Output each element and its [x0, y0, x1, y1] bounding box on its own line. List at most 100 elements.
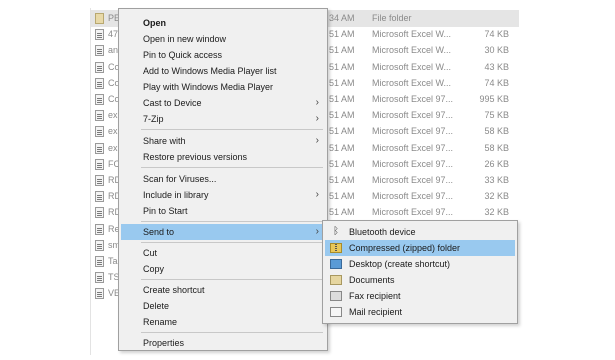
menu-item-pin-quick-access[interactable]: Pin to Quick access: [121, 47, 325, 63]
file-date-modified: 51 AM: [329, 45, 355, 56]
send-to-fax[interactable]: Fax recipient: [325, 288, 515, 304]
send-to-bluetooth[interactable]: ᛒ Bluetooth device: [325, 224, 515, 240]
chevron-right-icon: ›: [315, 189, 319, 200]
file-date-modified: 51 AM: [329, 126, 355, 137]
excel-97-file-icon: [95, 142, 104, 154]
excel-97-file-icon: [95, 288, 104, 300]
excel-97-file-icon: [95, 239, 104, 251]
menu-item-properties-label: Properties: [143, 338, 185, 348]
file-date-modified: 51 AM: [329, 158, 355, 169]
excel-97-file-icon: [95, 158, 104, 170]
context-menu: Open Open in new window Pin to Quick acc…: [118, 8, 328, 351]
excel-file-icon: [95, 77, 104, 89]
menu-item-include-library-label: Include in library: [143, 190, 209, 200]
file-size: 75 KB: [484, 110, 509, 121]
send-to-mail-label: Mail recipient: [349, 307, 403, 317]
file-type: Microsoft Excel 97...: [372, 110, 454, 121]
mail-icon: [330, 307, 342, 317]
menu-item-cut-label: Cut: [143, 248, 158, 258]
file-size: 58 KB: [484, 142, 509, 153]
fax-icon: [330, 291, 342, 301]
file-date-modified: 51 AM: [329, 175, 355, 185]
menu-item-cast-to-device-label: Cast to Device: [143, 98, 202, 108]
file-size: 58 KB: [484, 126, 509, 137]
menu-item-7zip[interactable]: 7-Zip ›: [121, 111, 325, 127]
menu-item-send-to[interactable]: Send to ›: [121, 224, 325, 240]
menu-item-share-with-label: Share with: [143, 136, 186, 146]
chevron-right-icon: ›: [315, 135, 319, 146]
file-size: 26 KB: [484, 158, 509, 169]
menu-item-restore-versions-label: Restore previous versions: [143, 152, 248, 162]
menu-item-7zip-label: 7-Zip: [143, 114, 164, 124]
menu-item-scan-viruses[interactable]: Scan for Viruses...: [121, 171, 325, 187]
file-type: Microsoft Excel 97...: [372, 142, 454, 153]
menu-separator: [141, 129, 323, 130]
file-date-modified: 51 AM: [329, 110, 355, 121]
send-to-desktop[interactable]: Desktop (create shortcut): [325, 256, 515, 272]
menu-item-play-wmp-label: Play with Windows Media Player: [143, 82, 274, 92]
file-type: File folder: [372, 13, 412, 23]
file-name: ex: [108, 126, 118, 137]
menu-item-add-wmp-list[interactable]: Add to Windows Media Player list: [121, 63, 325, 79]
menu-item-rename[interactable]: Rename: [121, 314, 325, 330]
menu-item-create-shortcut[interactable]: Create shortcut: [121, 282, 325, 298]
excel-97-file-icon: [95, 94, 104, 105]
menu-item-copy-label: Copy: [143, 264, 165, 274]
menu-item-include-library[interactable]: Include in library ›: [121, 187, 325, 203]
send-to-desktop-label: Desktop (create shortcut): [349, 259, 451, 269]
menu-item-properties[interactable]: Properties: [121, 335, 325, 351]
menu-item-open-new-window-label: Open in new window: [143, 34, 227, 44]
file-size: 995 KB: [479, 94, 509, 104]
send-to-submenu: ᛒ Bluetooth device Compressed (zipped) f…: [322, 220, 518, 324]
file-size: 43 KB: [484, 61, 509, 72]
send-to-documents[interactable]: Documents: [325, 272, 515, 288]
excel-97-file-icon: [95, 175, 104, 186]
file-type: Microsoft Excel W...: [372, 29, 452, 40]
menu-item-open[interactable]: Open: [121, 15, 325, 31]
menu-item-cut[interactable]: Cut: [121, 245, 325, 261]
menu-item-pin-start[interactable]: Pin to Start: [121, 203, 325, 219]
menu-item-cast-to-device[interactable]: Cast to Device ›: [121, 95, 325, 111]
send-to-documents-label: Documents: [349, 275, 395, 285]
chevron-right-icon: ›: [315, 226, 319, 237]
file-name: 47: [108, 29, 119, 40]
file-type: Microsoft Excel 97...: [372, 94, 454, 104]
file-name: Ta: [108, 256, 118, 266]
send-to-compressed-folder[interactable]: Compressed (zipped) folder: [325, 240, 515, 256]
menu-item-share-with[interactable]: Share with ›: [121, 133, 325, 149]
file-size: 74 KB: [484, 29, 509, 40]
excel-file-icon: [95, 45, 104, 57]
menu-item-open-new-window[interactable]: Open in new window: [121, 31, 325, 47]
file-date-modified: 51 AM: [329, 207, 355, 218]
excel-file-icon: [95, 29, 104, 41]
file-type: Microsoft Excel W...: [372, 61, 452, 72]
file-type: Microsoft Excel 97...: [372, 191, 454, 202]
menu-item-scan-viruses-label: Scan for Viruses...: [143, 174, 217, 184]
file-date-modified: 51 AM: [329, 29, 355, 40]
file-size: 74 KB: [484, 77, 509, 88]
menu-item-restore-versions[interactable]: Restore previous versions: [121, 149, 325, 165]
menu-item-copy[interactable]: Copy: [121, 261, 325, 277]
menu-item-create-shortcut-label: Create shortcut: [143, 285, 205, 295]
file-size: 30 KB: [484, 45, 509, 56]
menu-item-rename-label: Rename: [143, 317, 178, 327]
file-type: Microsoft Excel 97...: [372, 158, 454, 169]
file-date-modified: 34 AM: [329, 13, 355, 23]
menu-item-delete[interactable]: Delete: [121, 298, 325, 314]
excel-97-file-icon: [95, 272, 104, 284]
menu-item-delete-label: Delete: [143, 301, 170, 311]
bluetooth-icon: ᛒ: [333, 226, 339, 237]
file-size: 32 KB: [484, 191, 509, 202]
file-date-modified: 51 AM: [329, 142, 355, 153]
folder-icon: [95, 13, 104, 24]
excel-97-file-icon: [95, 126, 104, 138]
file-date-modified: 51 AM: [329, 61, 355, 72]
menu-item-pin-quick-access-label: Pin to Quick access: [143, 50, 223, 60]
menu-item-send-to-label: Send to: [143, 227, 175, 237]
menu-item-play-wmp[interactable]: Play with Windows Media Player: [121, 79, 325, 95]
send-to-mail[interactable]: Mail recipient: [325, 304, 515, 320]
file-name: ex: [108, 142, 118, 153]
menu-separator: [141, 167, 323, 168]
menu-item-open-label: Open: [143, 18, 167, 28]
excel-file-icon: [95, 61, 104, 73]
